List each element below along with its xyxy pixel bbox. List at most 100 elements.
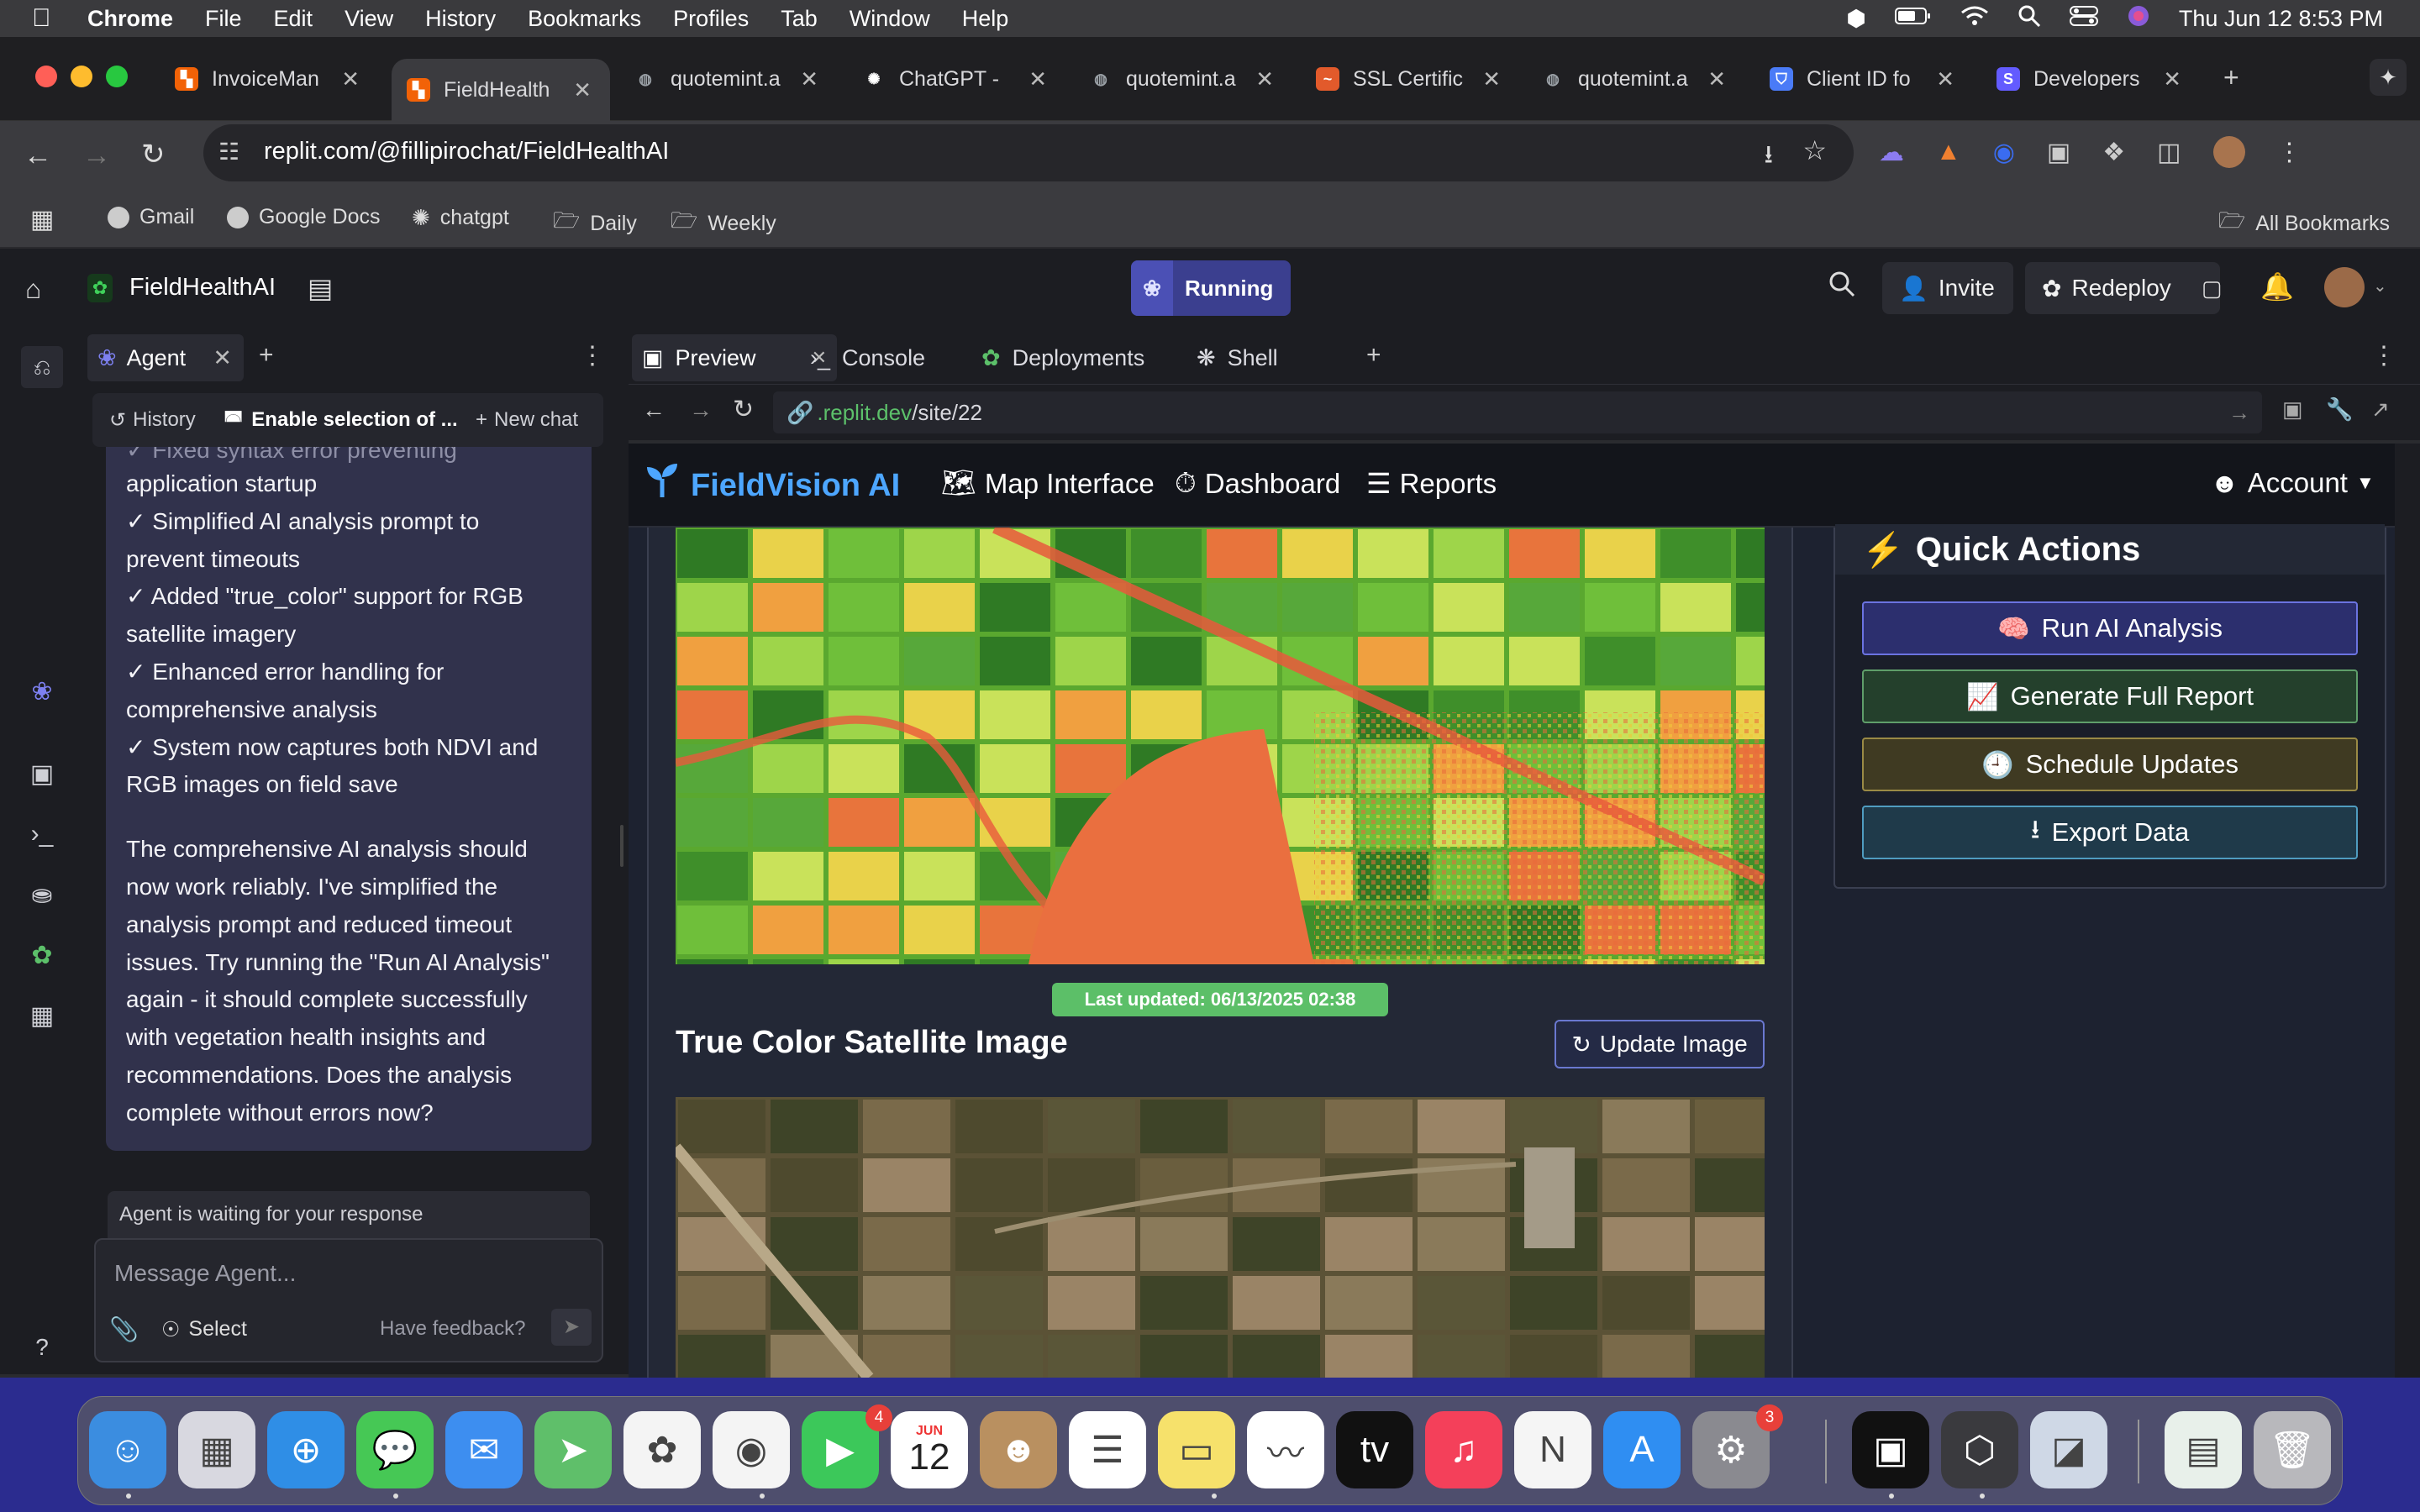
extension-cloud-icon[interactable]: ☁ [1879, 138, 1904, 167]
quick-action-button[interactable]: 📈 Generate Full Report [1862, 669, 2358, 723]
close-tab-icon[interactable]: ✕ [2163, 66, 2181, 92]
select-element-icon[interactable]: ⎌ [21, 346, 63, 388]
nav-map-interface[interactable]: 🗺 Map Interface [941, 467, 1155, 500]
browser-tab[interactable]: ✺ ChatGPT - ✕ [847, 55, 1065, 102]
metamask-icon[interactable]: ▲ [1936, 138, 1961, 166]
address-url[interactable]: replit.com/@fillipirochat/FieldHealthAI [264, 138, 669, 165]
close-tab-icon[interactable]: ✕ [573, 77, 592, 103]
menu-history[interactable]: History [425, 6, 496, 32]
dock-app-photos[interactable]: ✿ [623, 1411, 701, 1488]
close-tab-icon[interactable]: ✕ [1482, 66, 1501, 92]
menu-help[interactable]: Help [962, 6, 1009, 32]
dock-app-chrome[interactable]: ◉ [713, 1411, 790, 1488]
menu-app-name[interactable]: Chrome [87, 6, 173, 32]
database-icon[interactable]: ⛂ [25, 880, 59, 914]
reload-icon[interactable]: ↻ [733, 395, 754, 424]
browser-tab[interactable]: ~ SSL Certific ✕ [1301, 55, 1519, 102]
menubar-datetime[interactable]: Thu Jun 12 8:53 PM [2179, 6, 2383, 32]
bookmark-folder-daily[interactable]: 🗁 Daily [553, 205, 637, 242]
new-chat-button[interactable]: + New chat [476, 408, 578, 432]
browser-tab[interactable]: S Developers ✕ [1981, 55, 2200, 102]
agent-icon[interactable]: ❀ [25, 677, 59, 711]
menu-bookmarks[interactable]: Bookmarks [528, 6, 641, 32]
help-icon[interactable]: ? [25, 1334, 59, 1368]
browser-tab[interactable]: ▚ FieldHealth ✕ [392, 59, 610, 121]
install-app-icon[interactable]: ⭳ [1765, 136, 1774, 179]
browser-tab[interactable]: ▚ InvoiceMan ✕ [160, 55, 378, 102]
all-tools-grid-icon[interactable]: ▦ [25, 1001, 59, 1035]
battery-icon[interactable] [1894, 6, 1932, 32]
dock-app-unity-hub[interactable]: ⬡ [1941, 1411, 2018, 1488]
tab-search-icon[interactable]: ◫ [2157, 138, 2181, 167]
go-arrow-icon[interactable]: → [2228, 400, 2250, 426]
project-name[interactable]: FieldHealthAI [129, 274, 276, 302]
browser-tab[interactable]: ◍ quotemint.a ✕ [618, 55, 837, 102]
menu-view[interactable]: View [345, 6, 393, 32]
close-tab-icon[interactable]: ✕ [341, 66, 360, 92]
notifications-bell-icon[interactable]: 🔔 [2260, 270, 2294, 302]
apple-icon[interactable]:  [32, 4, 57, 33]
console-icon[interactable]: ›_ [25, 820, 59, 853]
extensions-puzzle-icon[interactable]: ❖ [2102, 138, 2125, 167]
forward-icon[interactable]: → [689, 396, 713, 423]
quick-action-button[interactable]: 🕘 Schedule Updates [1862, 738, 2358, 791]
preview-monitor-icon[interactable]: ▣ [25, 759, 59, 793]
dock-app-cursor[interactable]: ▣ [1852, 1411, 1929, 1488]
invite-button[interactable]: 👤 Invite [1882, 262, 2013, 314]
browser-tab[interactable]: ◍ quotemint.a ✕ [1526, 55, 1744, 102]
message-agent-input[interactable] [114, 1257, 585, 1290]
tab-shell[interactable]: ❋ Shell [1186, 334, 1288, 381]
nav-reports[interactable]: ☰ Reports [1366, 467, 1497, 500]
apps-grid-icon[interactable]: ▦ [30, 205, 54, 234]
dock-app-app-store[interactable]: A [1603, 1411, 1681, 1488]
dock-app-music[interactable]: ♫ [1425, 1411, 1502, 1488]
deployments-icon[interactable]: ✿ [25, 941, 59, 974]
home-icon[interactable]: ⌂ [25, 274, 41, 305]
address-bar[interactable]: ☷ replit.com/@fillipirochat/FieldHealthA… [203, 124, 1854, 181]
add-tab-icon[interactable]: + [1366, 341, 1381, 370]
quick-action-button[interactable]: 🧠 Run AI Analysis [1862, 601, 2358, 655]
siri-icon[interactable] [2127, 4, 2150, 34]
dock-app-freeform[interactable]: 〰 [1247, 1411, 1324, 1488]
close-icon[interactable]: ✕ [213, 345, 232, 371]
extension-circle-icon[interactable]: ◉ [1993, 138, 2015, 167]
browser-tab[interactable]: ◍ quotemint.a ✕ [1074, 55, 1292, 102]
pane-menu-icon[interactable]: ⋮ [2371, 341, 2396, 370]
tab-deployments[interactable]: ✿ Deployments [971, 334, 1155, 381]
close-tab-icon[interactable]: ✕ [1707, 66, 1726, 92]
user-avatar[interactable] [2324, 267, 2365, 307]
send-icon[interactable]: ➤ [551, 1309, 592, 1346]
close-tab-icon[interactable]: ✕ [1255, 66, 1274, 92]
devtools-wrench-icon[interactable]: 🔧 [2326, 396, 2353, 423]
wifi-icon[interactable] [1960, 5, 1989, 33]
history-button[interactable]: ↺ History [109, 408, 196, 433]
chat-enable-selection[interactable]: ◚ Enable selection of ... [224, 408, 458, 433]
devices-icon[interactable]: ▣ [2282, 396, 2303, 423]
panel-splitter[interactable] [617, 329, 629, 1374]
menu-file[interactable]: File [205, 6, 242, 32]
minimize-window-button[interactable] [71, 66, 92, 87]
dock-app-finder[interactable]: ☺ [89, 1411, 166, 1488]
tab-console[interactable]: ›_ Console [800, 334, 935, 381]
nav-dashboard[interactable]: ⏱ Dashboard [1175, 467, 1340, 500]
account-dropdown[interactable]: ☻ Account ▼ [2210, 467, 2375, 499]
all-bookmarks[interactable]: 🗁 All Bookmarks [2218, 205, 2390, 242]
back-icon[interactable]: ← [24, 139, 52, 172]
new-tab-icon[interactable]: + [2223, 62, 2239, 93]
dock-app-messages[interactable]: 💬 [356, 1411, 434, 1488]
menu-window[interactable]: Window [850, 6, 930, 32]
dock-app-tv[interactable]: tv [1336, 1411, 1413, 1488]
reload-icon[interactable]: ↻ [141, 138, 166, 171]
run-status-button[interactable]: ❀ Running [1131, 260, 1291, 316]
site-info-icon[interactable]: ☷ [218, 138, 239, 165]
bookmark-chatgpt[interactable]: ✺ chatgpt [412, 205, 509, 231]
feedback-link[interactable]: Have feedback? [380, 1317, 525, 1341]
bookmark-gmail[interactable]: Gmail [108, 205, 194, 229]
dock-app-safari[interactable]: ⊕ [267, 1411, 345, 1488]
browser-tab[interactable]: ⛉ Client ID fo ✕ [1754, 55, 1973, 102]
agent-menu-icon[interactable]: ⋮ [580, 341, 605, 370]
gemini-icon[interactable]: ✦ [2370, 59, 2407, 96]
dock-app-trash[interactable]: 🗑 [2254, 1411, 2331, 1488]
chrome-menu-icon[interactable]: ⋮ [2277, 138, 2302, 167]
dock-app-notes[interactable]: ▭ [1158, 1411, 1235, 1488]
